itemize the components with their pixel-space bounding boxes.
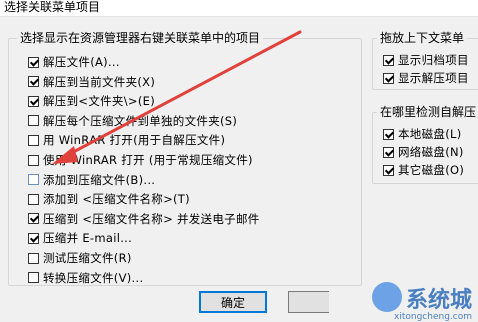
option-label: 添加到 <压缩文件名称>(T) — [43, 192, 190, 207]
option-label: 压缩到 <压缩文件名称> 并发送电子邮件 — [43, 211, 260, 226]
watermark-logo-icon — [371, 282, 402, 312]
group-title-main: 选择显示在资源管理器右键关联菜单中的项目 — [17, 30, 264, 46]
checkbox[interactable] — [28, 56, 39, 68]
checkbox[interactable] — [28, 272, 39, 284]
option-label: 转换压缩文件(V)... — [43, 270, 144, 285]
menu-option[interactable]: 压缩并 E-mail... — [28, 230, 132, 246]
checkbox[interactable] — [28, 154, 39, 166]
cancel-button[interactable] — [288, 291, 329, 313]
menu-option[interactable]: 用 WinRAR 打开(用于自解压文件) — [28, 132, 225, 148]
menu-option[interactable]: 压缩到 <压缩文件名称> 并发送电子邮件 — [28, 211, 260, 227]
option-label: 添加到压缩文件(B)... — [43, 172, 156, 187]
option-label: 使用 WinRAR 打开 (用于常规压缩文件) — [43, 153, 253, 167]
option-label: 用 WinRAR 打开(用于自解压文件) — [43, 133, 226, 148]
option-label: 解压到当前文件夹(X) — [43, 74, 156, 89]
checkbox[interactable] — [28, 232, 39, 244]
option-label: 解压文件(A)... — [43, 55, 120, 69]
option-item[interactable]: 显示归档项目 — [383, 52, 469, 68]
checkbox[interactable] — [383, 146, 394, 158]
title-bar: 选择关联菜单项目 — [0, 0, 478, 17]
watermark-url: xitongcheng.com — [394, 312, 472, 322]
option-label: 解压每个压缩文件到单独的文件夹(S) — [43, 113, 238, 128]
checkbox[interactable] — [28, 193, 39, 205]
menu-option[interactable]: 解压文件(A)... — [28, 54, 120, 70]
option-item[interactable]: 本地磁盘(L) — [383, 126, 461, 142]
watermark: 系统城 — [371, 282, 472, 313]
menu-option[interactable]: 添加到压缩文件(B)... — [28, 172, 155, 188]
window-title: 选择关联菜单项目 — [4, 0, 101, 14]
checkbox[interactable] — [28, 76, 39, 88]
option-label: 网络磁盘(N) — [398, 145, 464, 159]
checkbox[interactable] — [28, 252, 39, 264]
checkbox[interactable] — [383, 164, 394, 176]
menu-option[interactable]: 添加到 <压缩文件名称>(T) — [28, 191, 190, 207]
checkbox[interactable] — [28, 213, 39, 225]
menu-option[interactable]: 转换压缩文件(V)... — [28, 270, 143, 286]
option-label: 本地磁盘(L) — [398, 127, 462, 141]
option-label: 测试压缩文件(R) — [43, 251, 132, 265]
checkbox[interactable] — [383, 72, 394, 84]
checkbox[interactable] — [28, 134, 39, 146]
checkbox[interactable] — [28, 174, 39, 186]
option-item[interactable]: 其它磁盘(O) — [383, 162, 464, 178]
group-title-drag: 拖放上下文菜单 — [377, 30, 468, 46]
menu-option[interactable]: 使用 WinRAR 打开 (用于常规压缩文件) — [28, 152, 253, 168]
option-label: 其它磁盘(O) — [398, 163, 465, 177]
checkbox[interactable] — [383, 128, 394, 140]
ok-button[interactable]: 确定 — [199, 291, 267, 313]
option-label: 压缩并 E-mail... — [43, 231, 133, 246]
option-label: 显示解压项目 — [398, 71, 469, 85]
menu-option[interactable]: 解压到当前文件夹(X) — [28, 74, 155, 90]
option-item[interactable]: 显示解压项目 — [383, 70, 469, 86]
option-item[interactable]: 网络磁盘(N) — [383, 144, 464, 160]
menu-option[interactable]: 解压到<文件夹\>(E) — [28, 93, 155, 109]
watermark-brand: 系统城 — [405, 288, 472, 313]
menu-option[interactable]: 测试压缩文件(R) — [28, 250, 132, 266]
group-title-detect: 在哪里检测自解压 — [377, 104, 478, 120]
checkbox[interactable] — [383, 54, 394, 66]
menu-option[interactable]: 解压每个压缩文件到单独的文件夹(S) — [28, 113, 237, 129]
option-label: 显示归档项目 — [398, 53, 469, 67]
option-label: 解压到<文件夹\>(E) — [43, 94, 155, 109]
checkbox[interactable] — [28, 115, 39, 127]
checkbox[interactable] — [28, 95, 39, 107]
